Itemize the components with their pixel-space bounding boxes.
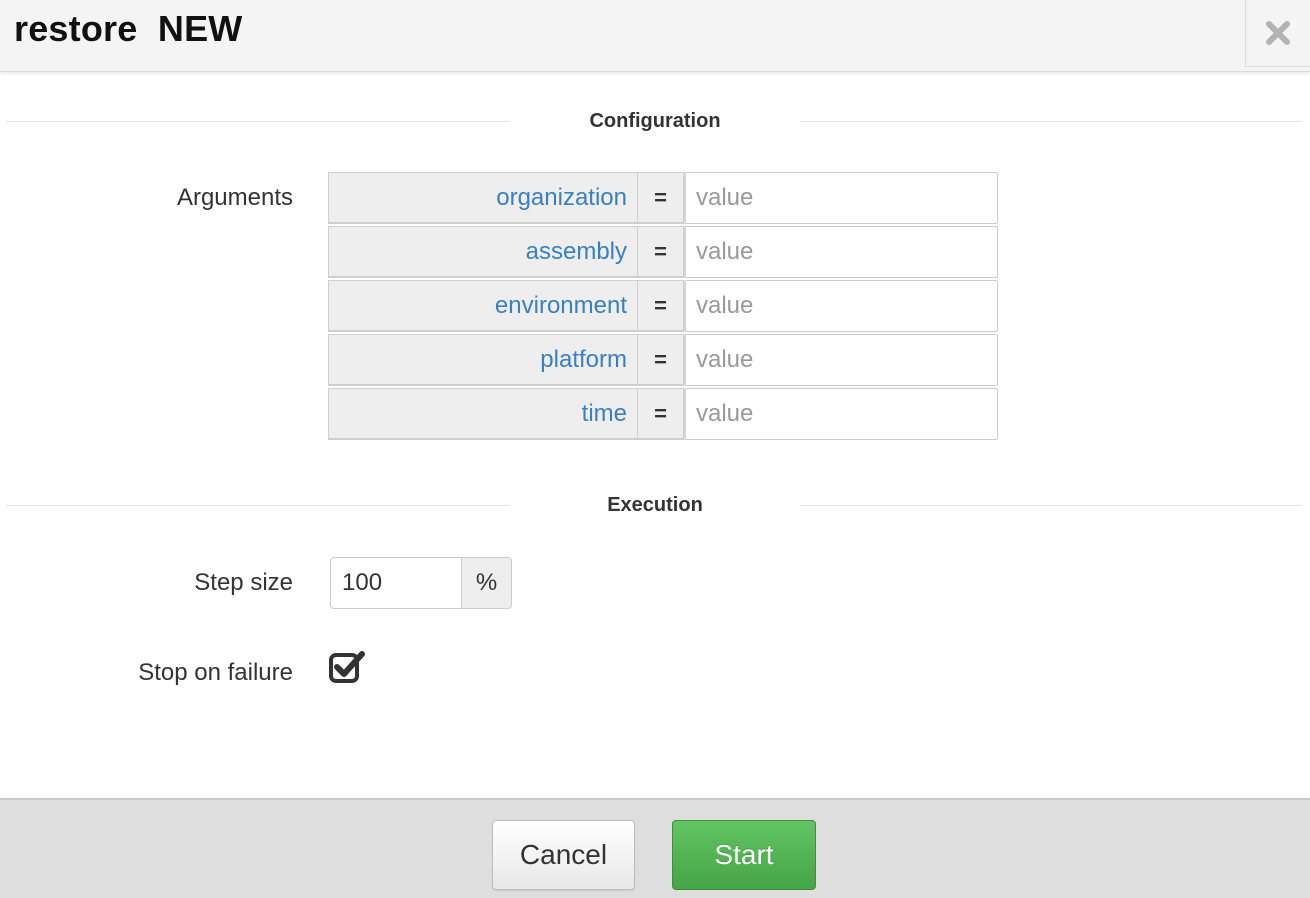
arguments-table: organization = assembly = environment = … — [328, 172, 998, 442]
configuration-section-title: Configuration — [589, 110, 721, 132]
execution-section-title: Execution — [607, 494, 703, 516]
argument-row-platform: platform = — [328, 334, 998, 388]
argument-row-assembly: assembly = — [328, 226, 998, 280]
step-size-label: Step size — [194, 569, 293, 596]
argument-row-organization: organization = — [328, 172, 998, 226]
close-button[interactable] — [1245, 0, 1310, 67]
argument-value-input-platform[interactable] — [684, 334, 998, 386]
argument-value-input-environment[interactable] — [684, 280, 998, 332]
percent-addon: % — [461, 557, 512, 609]
section-divider-left — [6, 505, 510, 506]
dialog-title: restore NEW — [14, 8, 243, 49]
argument-name: assembly — [328, 226, 638, 278]
cancel-button[interactable]: Cancel — [492, 820, 635, 890]
argument-row-time: time = — [328, 388, 998, 442]
section-divider-right — [800, 121, 1302, 122]
argument-name: platform — [328, 334, 638, 386]
argument-equals: = — [638, 172, 684, 224]
argument-name: time — [328, 388, 638, 440]
checked-checkbox-icon — [328, 651, 366, 688]
start-button[interactable]: Start — [672, 820, 816, 890]
close-icon — [1265, 20, 1291, 46]
section-divider-left — [6, 121, 510, 122]
argument-row-environment: environment = — [328, 280, 998, 334]
arguments-label: Arguments — [176, 184, 293, 211]
argument-value-input-organization[interactable] — [684, 172, 998, 224]
argument-name: organization — [328, 172, 638, 224]
argument-value-input-time[interactable] — [684, 388, 998, 440]
argument-equals: = — [638, 226, 684, 278]
argument-name: environment — [328, 280, 638, 332]
argument-value-input-assembly[interactable] — [684, 226, 998, 278]
step-size-input[interactable] — [330, 557, 462, 609]
stop-on-failure-checkbox[interactable] — [328, 650, 366, 684]
restore-dialog: restore NEW Configuration Arguments orga… — [0, 0, 1310, 898]
dialog-header: restore NEW — [0, 0, 1310, 72]
argument-equals: = — [638, 388, 684, 440]
dialog-footer: Cancel Start — [0, 798, 1310, 898]
stop-on-failure-label: Stop on failure — [138, 659, 293, 686]
argument-equals: = — [638, 280, 684, 332]
step-size-input-group: % — [330, 557, 512, 609]
section-divider-right — [800, 505, 1302, 506]
argument-equals: = — [638, 334, 684, 386]
